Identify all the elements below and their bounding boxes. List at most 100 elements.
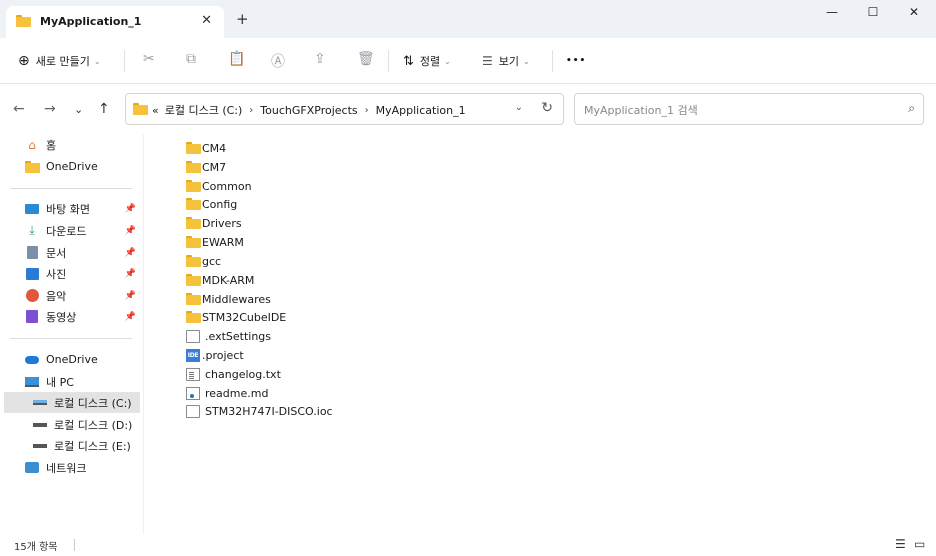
sidebar-item-onedrive-top[interactable]: OneDrive bbox=[4, 156, 140, 177]
list-item[interactable]: CM7 bbox=[186, 158, 226, 177]
details-view-icon[interactable]: ☰ bbox=[895, 537, 906, 551]
list-item[interactable]: CM4 bbox=[186, 139, 226, 158]
close-window-button[interactable]: ✕ bbox=[894, 5, 934, 25]
sidebar-item-label: 바탕 화면 bbox=[46, 202, 90, 216]
file-name: EWARM bbox=[202, 236, 244, 249]
share-icon[interactable]: ⇪ bbox=[314, 51, 326, 67]
close-tab-icon[interactable]: ✕ bbox=[201, 13, 212, 28]
delete-icon[interactable]: 🗑 bbox=[357, 51, 375, 67]
sidebar-item-home[interactable]: ⌂ 홈 bbox=[4, 134, 140, 155]
sidebar-item-pictures[interactable]: 사진 📌 bbox=[4, 263, 140, 284]
tiles-view-icon[interactable]: ▭ bbox=[914, 537, 925, 551]
sidebar-item-videos[interactable]: 동영상 📌 bbox=[4, 306, 140, 327]
list-item[interactable]: Drivers bbox=[186, 214, 242, 233]
breadcrumb-touchgfxprojects[interactable]: TouchGFXProjects bbox=[260, 104, 357, 117]
sidebar-item-onedrive[interactable]: OneDrive bbox=[4, 349, 140, 370]
pictures-icon bbox=[24, 267, 40, 281]
up-button[interactable]: ↑ bbox=[98, 101, 110, 117]
list-item[interactable]: MDK-ARM bbox=[186, 271, 254, 290]
forward-button[interactable]: → bbox=[44, 101, 56, 117]
download-icon: ⤓ bbox=[29, 223, 35, 237]
file-name: CM4 bbox=[202, 142, 227, 155]
folder-icon bbox=[186, 217, 201, 230]
cut-icon[interactable]: ✂ bbox=[143, 51, 155, 67]
pin-icon[interactable]: 📌 bbox=[125, 312, 136, 322]
search-box[interactable]: MyApplication_1 검색 ⌕ bbox=[574, 93, 924, 125]
ide-icon: IDE bbox=[186, 349, 200, 362]
address-dropdown-icon[interactable]: ⌄ bbox=[515, 102, 523, 113]
list-item[interactable]: Middlewares bbox=[186, 290, 271, 309]
title-bar: MyApplication_1 ✕ + — ☐ ✕ bbox=[0, 0, 936, 38]
view-button[interactable]: ☰ 보기 ⌄ bbox=[482, 52, 530, 70]
tab-myapplication[interactable]: MyApplication_1 ✕ bbox=[6, 6, 224, 38]
list-item[interactable]: STM32H747I-DISCO.ioc bbox=[186, 402, 333, 421]
list-item[interactable]: changelog.txt bbox=[186, 365, 281, 384]
drive-icon bbox=[32, 418, 48, 432]
sidebar-item-label: 동영상 bbox=[46, 310, 77, 324]
pin-icon[interactable]: 📌 bbox=[125, 291, 136, 301]
minimize-button[interactable]: — bbox=[812, 5, 852, 25]
file-icon bbox=[186, 405, 200, 418]
paste-icon[interactable]: 📋 bbox=[228, 51, 245, 67]
sidebar-item-label: 로컬 디스크 (E:) bbox=[54, 439, 131, 453]
view-icon: ☰ bbox=[482, 54, 493, 68]
list-item[interactable]: .extSettings bbox=[186, 327, 271, 346]
file-name: changelog.txt bbox=[205, 368, 281, 381]
breadcrumb-myapplication[interactable]: MyApplication_1 bbox=[376, 104, 466, 117]
chevron-down-icon: ⌄ bbox=[444, 56, 451, 66]
new-button[interactable]: ⊕ 새로 만들기 ⌄ bbox=[18, 52, 101, 70]
more-options-button[interactable]: ••• bbox=[566, 52, 586, 70]
document-icon bbox=[24, 246, 40, 260]
sidebar-item-local-disk-e[interactable]: 로컬 디스크 (E:) bbox=[4, 435, 140, 456]
folder-icon bbox=[186, 274, 201, 287]
search-placeholder: MyApplication_1 검색 bbox=[584, 104, 698, 117]
divider bbox=[74, 539, 75, 551]
chevron-right-icon[interactable]: › bbox=[365, 105, 369, 116]
sort-button[interactable]: ⇅ 정렬 ⌄ bbox=[403, 52, 451, 70]
list-item[interactable]: Common bbox=[186, 177, 252, 196]
back-button[interactable]: ← bbox=[13, 101, 25, 117]
sidebar-item-desktop[interactable]: 바탕 화면 📌 bbox=[4, 198, 140, 219]
sidebar-item-documents[interactable]: 문서 📌 bbox=[4, 242, 140, 263]
sidebar-item-local-disk-c[interactable]: 로컬 디스크 (C:) bbox=[4, 392, 140, 413]
maximize-button[interactable]: ☐ bbox=[853, 5, 893, 25]
breadcrumb-overflow[interactable]: « bbox=[152, 104, 159, 117]
list-item[interactable]: EWARM bbox=[186, 233, 244, 252]
rename-icon[interactable]: Ⓐ bbox=[271, 51, 285, 71]
sidebar-item-music[interactable]: 음악 📌 bbox=[4, 285, 140, 306]
sidebar-item-label: 다운로드 bbox=[46, 224, 87, 238]
list-item[interactable]: gcc bbox=[186, 252, 221, 271]
recent-locations-button[interactable]: ⌄ bbox=[74, 103, 83, 116]
folder-icon bbox=[186, 311, 201, 324]
pin-icon[interactable]: 📌 bbox=[125, 226, 136, 236]
sidebar-item-downloads[interactable]: ⤓ 다운로드 📌 bbox=[4, 220, 140, 241]
sidebar-item-network[interactable]: 네트워크 bbox=[4, 457, 140, 478]
sidebar-item-label: 사진 bbox=[46, 267, 67, 281]
folder-icon bbox=[133, 103, 148, 115]
copy-icon[interactable]: ⧉ bbox=[186, 51, 196, 67]
sidebar-item-local-disk-d[interactable]: 로컬 디스크 (D:) bbox=[4, 414, 140, 435]
network-icon bbox=[24, 461, 40, 475]
list-item[interactable]: IDE .project bbox=[186, 346, 244, 365]
list-item[interactable]: STM32CubeIDE bbox=[186, 308, 286, 327]
pin-icon[interactable]: 📌 bbox=[125, 248, 136, 258]
file-name: CM7 bbox=[202, 161, 227, 174]
search-icon[interactable]: ⌕ bbox=[908, 101, 915, 116]
chevron-right-icon[interactable]: › bbox=[249, 105, 253, 116]
sort-label: 정렬 bbox=[419, 55, 441, 68]
pin-icon[interactable]: 📌 bbox=[125, 269, 136, 279]
pin-icon[interactable]: 📌 bbox=[125, 204, 136, 214]
divider bbox=[552, 50, 553, 72]
sidebar-item-this-pc[interactable]: 내 PC bbox=[4, 371, 140, 392]
new-tab-button[interactable]: + bbox=[236, 10, 249, 28]
divider bbox=[124, 50, 125, 72]
sidebar-item-label: 로컬 디스크 (D:) bbox=[54, 418, 133, 432]
refresh-icon[interactable]: ↻ bbox=[541, 100, 553, 116]
list-item[interactable]: readme.md bbox=[186, 384, 268, 403]
address-bar[interactable]: « 로컬 디스크 (C:) › TouchGFXProjects › MyApp… bbox=[125, 93, 564, 125]
breadcrumb-local-disk-c[interactable]: 로컬 디스크 (C:) bbox=[165, 102, 243, 118]
sidebar-item-label: OneDrive bbox=[46, 160, 98, 173]
plus-circle-icon: ⊕ bbox=[18, 53, 30, 69]
list-item[interactable]: Config bbox=[186, 195, 237, 214]
folder-icon bbox=[186, 236, 201, 249]
